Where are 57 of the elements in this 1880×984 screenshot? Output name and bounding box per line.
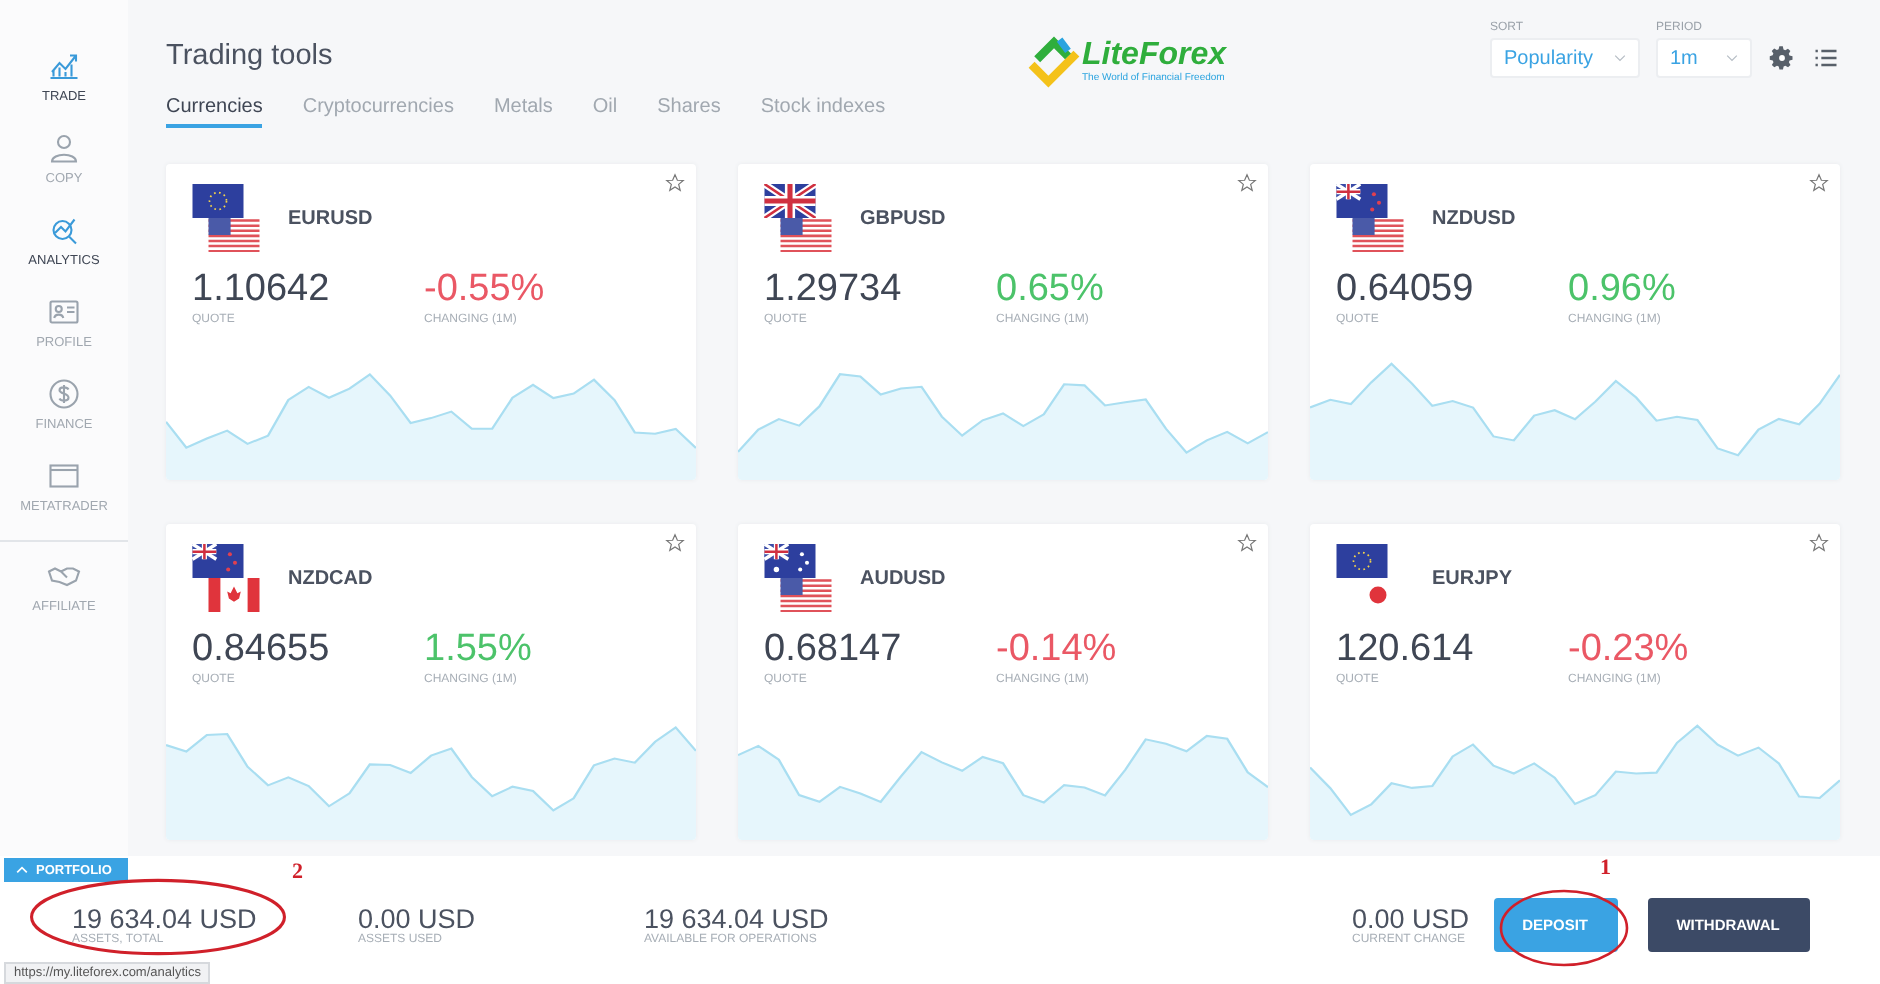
quote-value: 0.68147 <box>764 628 904 672</box>
change-value: -0.23% <box>1568 628 1691 672</box>
pair-name: AUDUSD <box>860 567 946 589</box>
flag-pair-icon <box>192 544 264 612</box>
chevron-icon <box>1614 54 1626 62</box>
flag-pair-icon <box>764 544 836 612</box>
period-dropdown[interactable]: 1m <box>1656 38 1752 78</box>
quote-value: 1.10642 <box>192 268 332 312</box>
change-value: 0.65% <box>996 268 1106 312</box>
change-value: -0.55% <box>424 268 547 312</box>
page-title: Trading tools <box>166 40 335 72</box>
change-value: 0.96% <box>1568 268 1678 312</box>
category-tab[interactable]: Stock indexes <box>760 96 886 128</box>
annotation-ellipse <box>1498 888 1630 968</box>
pair-name: NZDUSD <box>1432 207 1516 229</box>
stat-value: 0.00 USD <box>358 903 478 933</box>
pair-name: EURJPY <box>1432 567 1513 589</box>
change-value: -0.14% <box>996 628 1119 672</box>
star-icon[interactable] <box>1236 532 1258 554</box>
quote-value: 120.614 <box>1336 628 1476 672</box>
quote-value: 1.29734 <box>764 268 904 312</box>
pair-name: GBPUSD <box>860 207 946 229</box>
annotation-number: 2 <box>292 860 303 884</box>
chevron-icon <box>1726 54 1738 62</box>
category-tab[interactable]: Currencies <box>166 96 263 128</box>
list-icon[interactable] <box>1812 44 1840 72</box>
id-card-icon <box>46 294 82 330</box>
star-icon[interactable] <box>1808 172 1830 194</box>
category-tab[interactable]: Metals <box>493 96 553 128</box>
star-icon[interactable] <box>664 532 686 554</box>
stat-value: 19 634.04 USD <box>644 903 831 933</box>
category-tab[interactable]: Oil <box>592 96 618 128</box>
pair-name: EURUSD <box>288 207 373 229</box>
flag-pair-icon <box>764 184 836 252</box>
stat-value: 0.00 USD <box>1352 903 1470 933</box>
category-tab[interactable]: Shares <box>657 96 721 128</box>
flag-pair-icon <box>1336 184 1408 252</box>
quote-value: 0.84655 <box>192 628 332 672</box>
chevron-up-icon <box>16 866 28 874</box>
sort-dropdown[interactable]: Popularity <box>1490 38 1640 78</box>
window-icon <box>46 458 82 494</box>
change-value: 1.55% <box>424 628 534 672</box>
chart-icon <box>46 48 82 84</box>
dollar-icon <box>46 376 82 412</box>
settings-icon[interactable] <box>1768 44 1796 72</box>
logo-icon <box>1026 36 1082 88</box>
stat-value: 19 634.04 USD <box>72 903 259 933</box>
logo-text: LiteForex <box>1082 40 1227 72</box>
pair-name: NZDCAD <box>288 567 373 589</box>
person-icon <box>46 130 82 166</box>
star-icon[interactable] <box>1236 172 1258 194</box>
annotation-number: 1 <box>1600 856 1611 880</box>
star-icon[interactable] <box>664 172 686 194</box>
category-tab[interactable]: Cryptocurrencies <box>302 96 454 128</box>
flag-pair-icon <box>192 184 264 252</box>
quote-value: 0.64059 <box>1336 268 1476 312</box>
star-icon[interactable] <box>1808 532 1830 554</box>
